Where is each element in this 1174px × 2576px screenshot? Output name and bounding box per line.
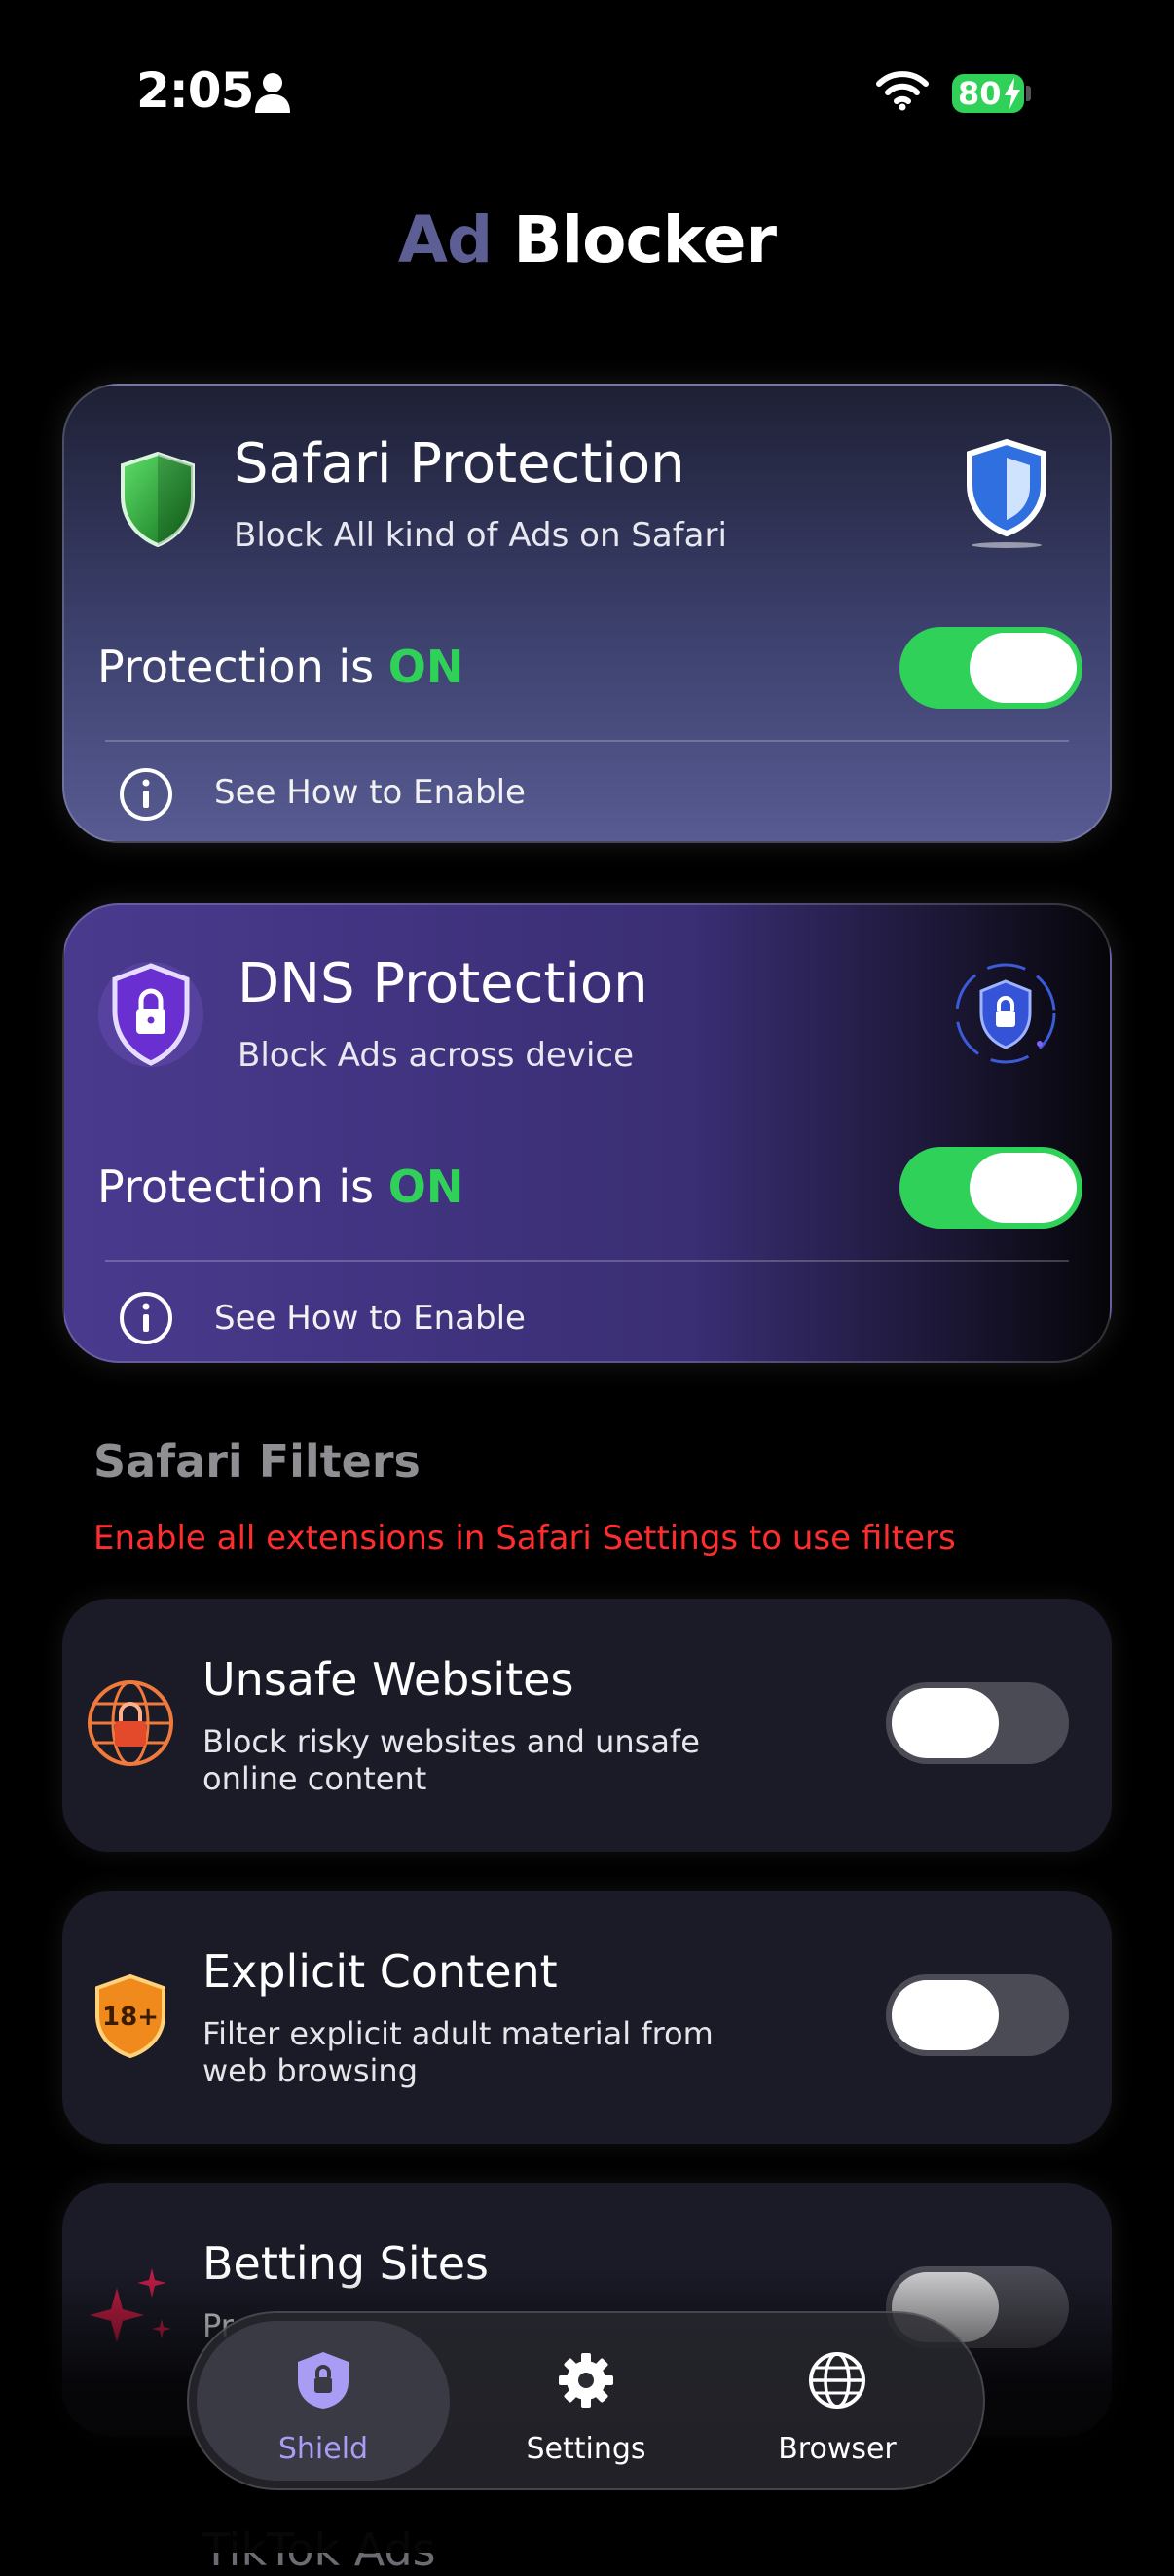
tab-bar: Shield Settings Browser (187, 2311, 985, 2490)
safari-card-title: Safari Protection (234, 432, 685, 496)
app-title-ad: Ad (397, 202, 493, 277)
wifi-icon (876, 71, 929, 111)
info-icon[interactable] (119, 767, 173, 822)
person-icon (255, 73, 290, 113)
info-icon[interactable] (119, 1291, 173, 1345)
section-title-safari-filters: Safari Filters (93, 1435, 421, 1488)
unsafe-websites-toggle[interactable] (886, 1682, 1069, 1764)
dns-protection-toggle[interactable] (899, 1147, 1082, 1229)
filter-card-unsafe-websites: Unsafe Websites Block risky websites and… (62, 1599, 1112, 1852)
tab-label: Settings (526, 2432, 646, 2466)
dns-see-how-link[interactable]: See How to Enable (214, 1299, 526, 1338)
dns-status-prefix: Protection is (97, 1160, 388, 1213)
filter-title: Unsafe Websites (202, 1653, 574, 1706)
filter-title: Explicit Content (202, 1945, 558, 1998)
svg-text:18+: 18+ (102, 2003, 159, 2032)
battery-tip (1026, 86, 1031, 101)
safari-status-value: ON (387, 641, 464, 693)
dns-card-title: DNS Protection (238, 952, 648, 1015)
toggle-knob (970, 1153, 1077, 1223)
toggle-knob (892, 1980, 999, 2050)
safari-protection-card: Safari Protection Block All kind of Ads … (62, 384, 1112, 843)
globe-icon (809, 2352, 865, 2409)
toggle-knob (892, 1688, 999, 1758)
status-time: 2:05 (136, 62, 254, 119)
app-title: Ad Blocker (0, 202, 1174, 277)
globe-lock-icon (88, 1680, 173, 1766)
toggle-knob (970, 633, 1077, 703)
safari-card-subtitle: Block All kind of Ads on Safari (234, 516, 727, 555)
divider (105, 1260, 1069, 1262)
safari-protection-toggle[interactable] (899, 627, 1082, 709)
tab-label: Shield (277, 2432, 369, 2466)
dns-lock-shield-icon (955, 963, 1056, 1064)
dns-status-value: ON (387, 1160, 464, 1213)
purple-shield-lock-icon (98, 962, 203, 1067)
tab-browser[interactable]: Browser (711, 2321, 964, 2481)
tab-settings[interactable]: Settings (459, 2321, 713, 2481)
gear-icon (559, 2353, 613, 2408)
filter-subtitle: Block risky websites and unsafe online c… (202, 1723, 700, 1797)
18-plus-badge-icon: 18+ (95, 1973, 165, 2059)
dns-card-subtitle: Block Ads across device (238, 1036, 635, 1075)
charging-bolt-icon (1005, 78, 1020, 109)
tab-label: Browser (778, 2432, 897, 2466)
shield-lock-icon (298, 2352, 349, 2409)
dns-protection-card: DNS Protection Block Ads across device P… (62, 903, 1112, 1363)
blue-shield-icon (967, 438, 1046, 548)
status-bar: 2:05 80 (0, 0, 1174, 185)
filter-subtitle: Filter explicit adult material from web … (202, 2015, 714, 2089)
green-shield-icon (121, 452, 195, 547)
app-title-blocker: Blocker (513, 202, 777, 277)
tab-shield[interactable]: Shield (197, 2321, 450, 2481)
filter-card-explicit-content: 18+ Explicit Content Filter explicit adu… (62, 1891, 1112, 2144)
dns-protection-status: Protection is ON (97, 1160, 463, 1213)
explicit-content-toggle[interactable] (886, 1974, 1069, 2056)
filters-warning: Enable all extensions in Safari Settings… (93, 1519, 956, 1558)
safari-see-how-link[interactable]: See How to Enable (214, 773, 526, 812)
safari-protection-status: Protection is ON (97, 641, 463, 693)
safari-status-prefix: Protection is (97, 641, 388, 693)
divider (105, 740, 1069, 742)
